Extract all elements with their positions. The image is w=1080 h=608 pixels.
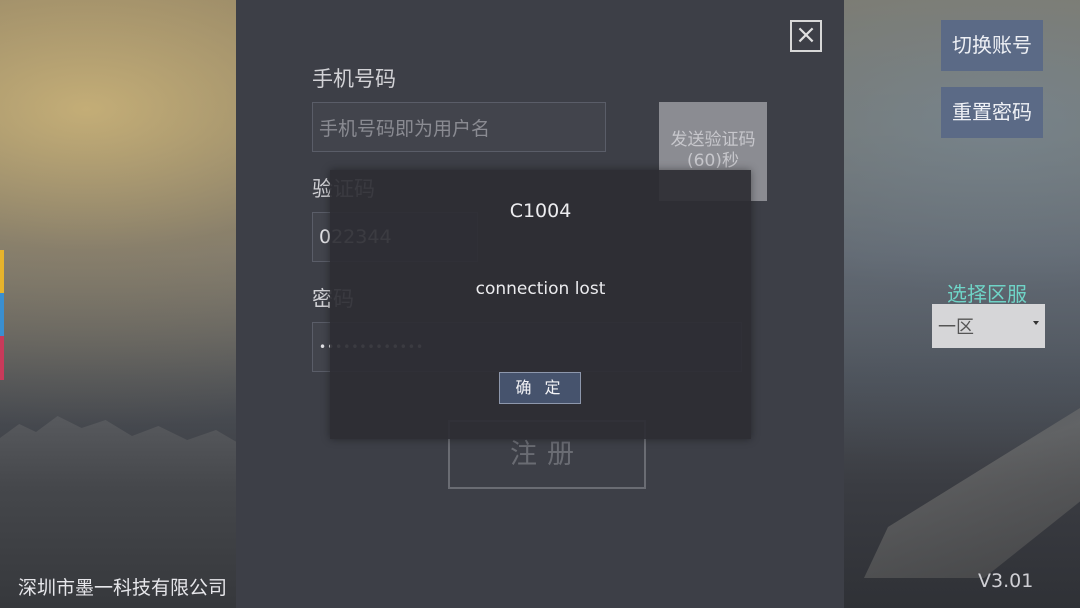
region-selected-value: 一区 — [938, 317, 974, 338]
error-message: connection lost — [475, 279, 606, 299]
close-button[interactable]: × — [790, 20, 822, 52]
switch-account-button[interactable]: 切换账号 — [941, 20, 1043, 71]
region-label: 选择区服 — [947, 282, 1027, 306]
side-color-strip — [0, 250, 4, 380]
chevron-down-icon — [1033, 321, 1039, 325]
region-select[interactable]: 一区 — [932, 304, 1045, 348]
phone-placeholder: 手机号码即为用户名 — [319, 117, 491, 140]
confirm-button[interactable]: 确 定 — [499, 372, 581, 404]
close-icon: × — [795, 20, 817, 50]
send-code-countdown: (60)秒 — [687, 151, 739, 171]
reset-password-button[interactable]: 重置密码 — [941, 87, 1043, 138]
version-label: V3.01 — [978, 570, 1034, 592]
send-code-label: 发送验证码 — [670, 130, 756, 150]
phone-input[interactable]: 手机号码即为用户名 — [312, 102, 606, 152]
company-name: 深圳市墨一科技有限公司 — [18, 577, 228, 599]
error-dialog: C1004 connection lost 确 定 — [330, 170, 751, 439]
error-code: C1004 — [509, 200, 572, 222]
phone-label: 手机号码 — [312, 67, 396, 91]
